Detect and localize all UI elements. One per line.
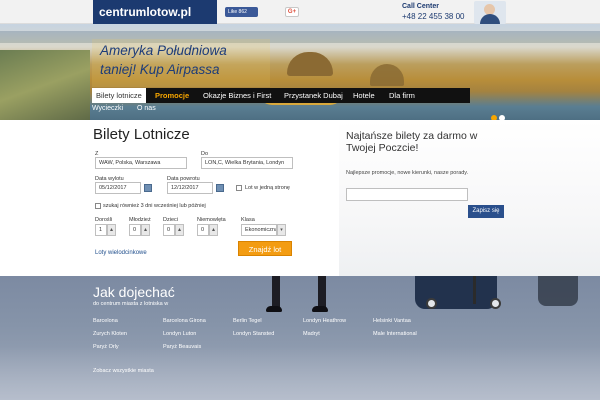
adults-label: Dorośli [95,217,113,223]
city-link[interactable]: Barcelona Girona [163,318,206,324]
facebook-like-button[interactable]: Like 862 [225,7,258,17]
to-input[interactable]: LON,C, Wielka Brytania, Londyn [201,157,293,169]
infants-input[interactable]: 0 [197,224,209,236]
directions-title: Jak dojechać [93,284,175,300]
infants-label: Niemowlęta [197,217,226,223]
search-title: Bilety Lotnicze [93,126,190,143]
traveler-shoe-illustration [312,306,328,312]
from-input[interactable]: WAW, Polska, Warszawa [95,157,187,169]
traveler-shoe-illustration [266,306,282,312]
flex-dates-checkbox[interactable] [95,203,101,209]
slider-dots [491,108,507,120]
city-link[interactable]: Madryt [303,331,320,337]
city-link[interactable]: Berlin Tegel [233,318,262,324]
multi-city-link[interactable]: Loty wielodcinkowe [95,250,147,256]
children-stepper[interactable]: ▴ [175,224,184,236]
youth-stepper[interactable]: ▴ [141,224,150,236]
children-label: Dzieci [163,217,178,223]
suitcase-wheel [426,298,437,309]
one-way-label: Lot w jedną stronę [245,185,290,191]
reed-hut-illustration-2 [370,64,404,86]
city-link[interactable]: Londyn Stansted [233,331,274,337]
site-logo[interactable]: centrumlotow.pl [93,0,217,24]
top-bar: centrumlotow.pl Like 862 G+ Call Center … [0,0,600,24]
reed-hut-illustration [287,52,333,76]
class-label: Klasa [241,217,255,223]
nav-dla-firm[interactable]: Dla firm [385,88,419,103]
hero-headline-line1[interactable]: Ameryka Południowa [100,43,227,58]
city-link[interactable]: Zurych Kloten [93,331,127,337]
newsletter-description: Najlepsze promocje, nowe kierunki, nasze… [346,170,469,176]
see-all-cities-link[interactable]: Zobacz wszystkie miasta [93,368,154,374]
city-link[interactable]: Helsinki Vantaa [373,318,411,324]
city-link[interactable]: Male International [373,331,417,337]
infants-stepper[interactable]: ▴ [209,224,218,236]
newsletter-title: Najtańsze bilety za darmo w Twojej Poczc… [346,130,478,154]
call-center-title: Call Center [402,3,439,10]
city-link[interactable]: Paryż Orly [93,344,119,350]
calendar-icon[interactable] [216,184,224,192]
class-select[interactable]: Ekonomiczna [241,224,277,236]
subnav-wycieczki[interactable]: Wycieczki [92,105,123,112]
city-link[interactable]: Paryż Beauvais [163,344,201,350]
nav-hotele[interactable]: Hotele [349,88,379,103]
find-flight-button[interactable]: Znajdź lot [238,241,292,256]
nav-promocje[interactable]: Promocje [151,88,193,103]
search-panel: Bilety Lotnicze Z WAW, Polska, Warszawa … [0,120,600,276]
youth-input[interactable]: 0 [129,224,141,236]
subnav-o-nas[interactable]: O nas [137,105,156,112]
google-plus-button[interactable]: G+ [285,7,299,17]
adults-stepper[interactable]: ▴ [107,224,116,236]
calendar-icon[interactable] [144,184,152,192]
newsletter-subscribe-button[interactable]: Zapisz się [468,205,504,218]
suitcase-illustration-2 [538,276,578,306]
hero-headline-line2[interactable]: taniej! Kup Airpassa [100,62,220,77]
call-center-phone[interactable]: +48 22 455 38 00 [402,12,465,21]
main-nav: Bilety lotnicze Promocje Okazje Biznes i… [92,88,470,103]
depart-date-input[interactable]: 05/12/2017 [95,182,141,194]
one-way-checkbox[interactable] [236,185,242,191]
city-link[interactable]: Londyn Heathrow [303,318,346,324]
youth-label: Młodzież [129,217,151,223]
adults-input[interactable]: 1 [95,224,107,236]
city-link[interactable]: Barcelona [93,318,118,324]
return-date-input[interactable]: 12/12/2017 [167,182,213,194]
city-link[interactable]: Londyn Luton [163,331,196,337]
nav-bilety-lotnicze[interactable]: Bilety lotnicze [92,88,146,103]
directions-subtitle: do centrum miasta z lotniska w [93,301,169,307]
hero-banner[interactable]: Ameryka Południowa taniej! Kup Airpassa [0,24,600,120]
sub-nav: Wycieczki O nas [92,105,168,112]
nav-przystanek-dubaj[interactable]: Przystanek Dubaj [280,88,347,103]
flex-dates-label: szukaj również 3 dni wcześniej lub późni… [103,203,206,209]
nav-okazje-biznes[interactable]: Okazje Biznes i First [199,88,275,103]
directions-section: Jak dojechać do centrum miasta z lotnisk… [0,276,600,400]
call-center-agent-avatar [474,1,506,24]
suitcase-wheel [490,298,501,309]
chevron-down-icon[interactable]: ▾ [277,224,286,236]
newsletter-email-input[interactable] [346,188,468,201]
children-input[interactable]: 0 [163,224,175,236]
